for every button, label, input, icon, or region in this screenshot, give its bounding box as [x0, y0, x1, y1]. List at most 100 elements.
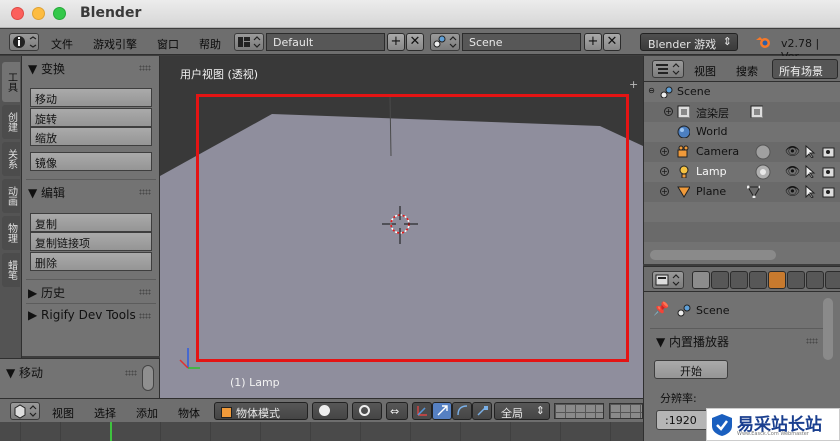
- outliner-item-render-layers[interactable]: + 渲染层: [644, 102, 840, 122]
- scene-selector[interactable]: [430, 33, 460, 51]
- collapse-icon[interactable]: ⊖: [647, 87, 656, 96]
- visibility-eye-icon[interactable]: 👁: [785, 144, 800, 158]
- drag-grip-icon[interactable]: [139, 289, 151, 295]
- menu-view[interactable]: 视图: [52, 405, 74, 421]
- rotate-button[interactable]: 旋转: [30, 108, 152, 127]
- current-frame-marker[interactable]: [110, 422, 112, 441]
- duplicate-linked-button[interactable]: 复制链接项: [30, 232, 152, 251]
- menu-file[interactable]: 文件: [51, 36, 73, 52]
- duplicate-button[interactable]: 复制: [30, 213, 152, 232]
- tab-grease-pencil[interactable]: 蜡笔: [2, 253, 20, 287]
- expand-plus-icon[interactable]: +: [629, 79, 639, 90]
- menu-help[interactable]: 帮助: [199, 36, 221, 52]
- panel-edit-header[interactable]: ▼ 编辑: [28, 184, 65, 201]
- mirror-button[interactable]: 镜像: [30, 152, 152, 171]
- pivot-point-select[interactable]: [352, 402, 382, 420]
- expand-icon[interactable]: +: [664, 107, 673, 116]
- remove-screen-button[interactable]: ✕: [406, 33, 424, 51]
- close-window-button[interactable]: [11, 7, 24, 20]
- render-engine-select[interactable]: Blender 游戏 ⇕: [640, 33, 738, 51]
- menu-object[interactable]: 物体: [178, 405, 200, 421]
- panel-rigify-header[interactable]: ▶ Rigify Dev Tools: [28, 308, 136, 322]
- render-layers-tab-icon[interactable]: [711, 271, 729, 289]
- layer-buttons-extra[interactable]: [609, 403, 643, 419]
- outliner-item-plane[interactable]: + Plane 👁: [644, 182, 840, 202]
- expand-icon[interactable]: +: [660, 147, 669, 156]
- pin-icon[interactable]: 📌: [653, 302, 669, 317]
- translate-manipulator-button[interactable]: [432, 402, 452, 420]
- tab-animation[interactable]: 动画: [2, 179, 20, 213]
- outliner-item-world[interactable]: World: [644, 122, 840, 142]
- editor-type-outliner-button[interactable]: [652, 60, 684, 78]
- screen-layout-field[interactable]: Default: [266, 33, 385, 51]
- panel-transform-header[interactable]: ▼ 变换: [28, 60, 65, 77]
- drag-grip-icon[interactable]: [806, 338, 818, 344]
- drag-grip-icon[interactable]: [139, 65, 151, 71]
- visibility-eye-icon[interactable]: 👁: [785, 184, 800, 198]
- panel-history-header[interactable]: ▶ 历史: [28, 284, 65, 301]
- outliner-item-scene[interactable]: ⊖ Scene: [644, 82, 840, 102]
- transform-manipulator-toggle[interactable]: [412, 402, 432, 420]
- editor-type-properties-button[interactable]: [652, 271, 684, 289]
- scene-field[interactable]: Scene: [462, 33, 581, 51]
- constraints-tab-icon[interactable]: [787, 271, 805, 289]
- interaction-mode-select[interactable]: 物体模式: [214, 402, 308, 420]
- timeline-strip[interactable]: [0, 422, 643, 441]
- add-scene-button[interactable]: +: [584, 33, 602, 51]
- start-button[interactable]: 开始: [654, 360, 728, 379]
- menu-add[interactable]: 添加: [136, 405, 158, 421]
- render-camera-icon[interactable]: [822, 165, 835, 178]
- scale-manipulator-button[interactable]: [472, 402, 492, 420]
- manipulator-toggle[interactable]: ⇔: [386, 402, 408, 420]
- menu-window[interactable]: 窗口: [157, 36, 179, 52]
- transform-orientation-select[interactable]: 全局 ⇕: [494, 402, 550, 420]
- delete-button[interactable]: 删除: [30, 252, 152, 271]
- embedded-player-header[interactable]: ▼ 内置播放器: [656, 333, 729, 350]
- select-arrow-icon[interactable]: [804, 185, 817, 198]
- tab-create[interactable]: 创建: [2, 105, 20, 139]
- viewport-shading-select[interactable]: [312, 402, 348, 420]
- display-mode-select[interactable]: 所有场景: [772, 59, 838, 79]
- layer-buttons[interactable]: [554, 403, 604, 419]
- object-tab-icon[interactable]: [768, 271, 786, 289]
- minimize-window-button[interactable]: [32, 7, 45, 20]
- add-screen-button[interactable]: +: [387, 33, 405, 51]
- editor-type-3d-button[interactable]: [10, 402, 40, 420]
- 3d-viewport[interactable]: 用户视图 (透视) (1) Lamp +: [160, 56, 643, 398]
- render-camera-icon[interactable]: [822, 145, 835, 158]
- editor-type-info-button[interactable]: [9, 33, 39, 51]
- render-tab-icon[interactable]: [692, 271, 710, 289]
- operator-panel-header[interactable]: ▼ 移动: [6, 364, 43, 381]
- drag-grip-icon[interactable]: [139, 189, 151, 195]
- remove-scene-button[interactable]: ✕: [603, 33, 621, 51]
- zoom-window-button[interactable]: [53, 7, 66, 20]
- tab-relations[interactable]: 关系: [2, 142, 20, 176]
- outliner-menu-view[interactable]: 视图: [694, 63, 716, 79]
- translate-button[interactable]: 移动: [30, 88, 152, 107]
- drag-grip-icon[interactable]: [139, 313, 151, 319]
- data-tab-icon[interactable]: [825, 271, 840, 289]
- outliner-menu-search[interactable]: 搜索: [736, 63, 758, 79]
- expand-icon[interactable]: +: [660, 167, 669, 176]
- world-tab-icon[interactable]: [749, 271, 767, 289]
- visibility-eye-icon[interactable]: 👁: [785, 164, 800, 178]
- rotate-manipulator-button[interactable]: [452, 402, 472, 420]
- scale-button[interactable]: 缩放: [30, 127, 152, 146]
- menu-select[interactable]: 选择: [94, 405, 116, 421]
- outliner-item-lamp[interactable]: + Lamp 👁: [644, 162, 840, 182]
- expand-icon[interactable]: +: [660, 187, 669, 196]
- outliner-item-camera[interactable]: + Camera 👁: [644, 142, 840, 162]
- select-arrow-icon[interactable]: [804, 145, 817, 158]
- scene-tab-icon[interactable]: [730, 271, 748, 289]
- screen-layout-selector[interactable]: [234, 33, 264, 51]
- drag-grip-icon[interactable]: [125, 370, 137, 376]
- menu-game-engine[interactable]: 游戏引擎: [93, 36, 137, 52]
- render-camera-icon[interactable]: [822, 185, 835, 198]
- modifiers-tab-icon[interactable]: [806, 271, 824, 289]
- scrollbar[interactable]: [142, 365, 154, 391]
- tab-physics[interactable]: 物理: [2, 216, 20, 250]
- outliner-horizontal-scrollbar[interactable]: [650, 250, 776, 260]
- select-arrow-icon[interactable]: [804, 165, 817, 178]
- tab-tools[interactable]: 工具: [2, 62, 20, 102]
- properties-scrollbar[interactable]: [823, 298, 833, 360]
